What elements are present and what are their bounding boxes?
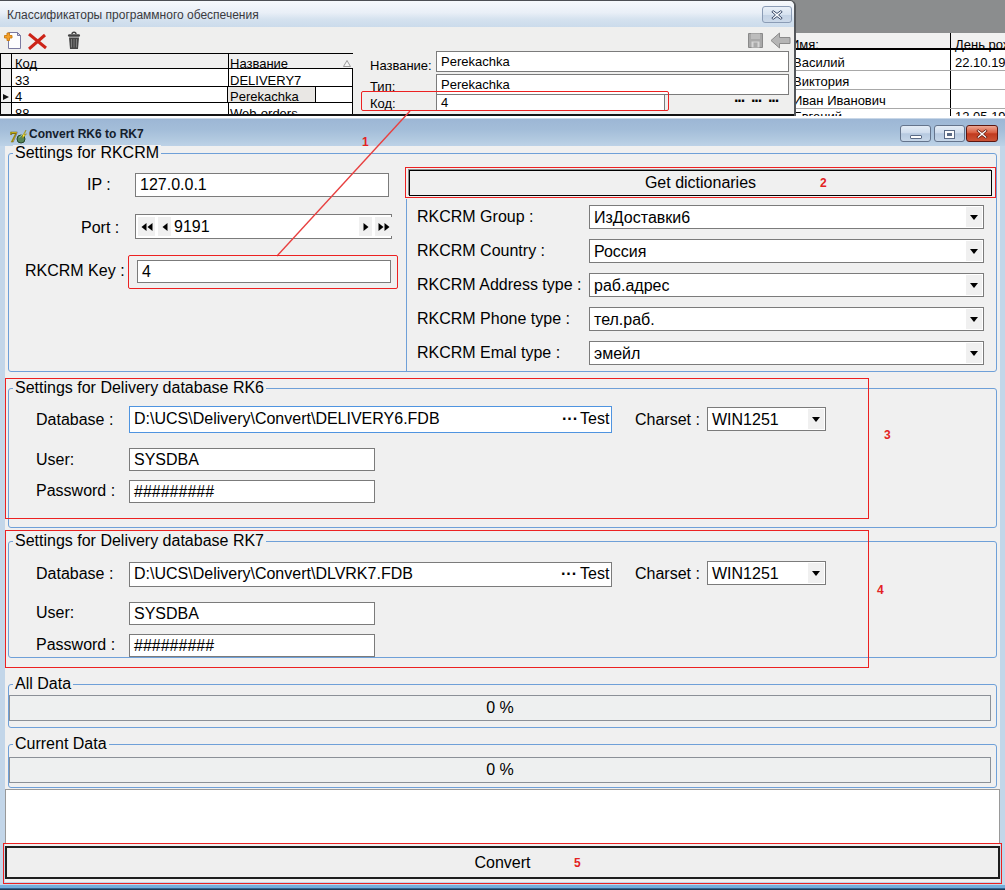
svg-text:7: 7 (10, 129, 18, 145)
